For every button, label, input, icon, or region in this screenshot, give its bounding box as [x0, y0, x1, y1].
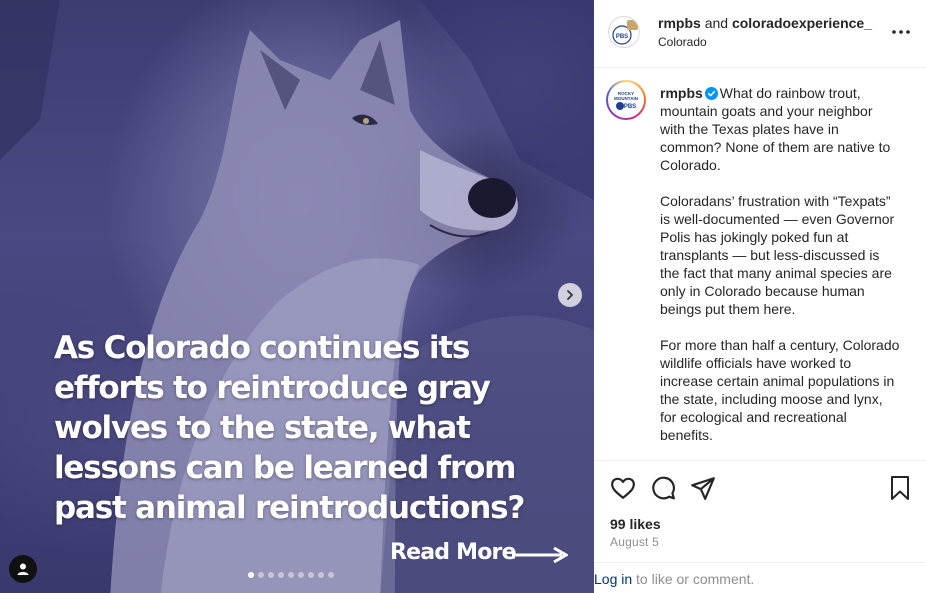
- caption-username[interactable]: rmpbs: [660, 85, 703, 101]
- caption-section: ROCKY MOUNTAIN PBS rmpbs What do rainbow…: [594, 68, 926, 460]
- caption-paragraph-3: For more than half a century, Colorado w…: [660, 337, 900, 443]
- avatar[interactable]: ROCKY MOUNTAIN PBS: [606, 80, 646, 120]
- carousel-dot: [288, 572, 294, 578]
- user-tag-icon: [17, 563, 29, 575]
- svg-text:PBS: PBS: [616, 34, 628, 40]
- read-more-text: Read More: [390, 540, 517, 565]
- carousel-dot: [268, 572, 274, 578]
- arrow-right-icon: [512, 546, 568, 564]
- account-link-coloradoexperience[interactable]: coloradoexperience_: [732, 15, 872, 31]
- svg-text:PBS: PBS: [624, 104, 636, 110]
- login-prompt-text: to like or comment.: [636, 571, 755, 587]
- verified-badge-icon: [704, 87, 718, 100]
- post-accounts: rmpbs and coloradoexperience_: [658, 15, 872, 31]
- location-link[interactable]: Colorado: [658, 35, 707, 49]
- account-link-rmpbs[interactable]: rmpbs: [658, 15, 701, 31]
- rmpbs-logo-icon: ROCKY MOUNTAIN PBS: [614, 91, 638, 110]
- carousel-dot: [248, 572, 254, 578]
- carousel-dot: [258, 572, 264, 578]
- media-headline: As Colorado continues its efforts to rei…: [54, 330, 525, 526]
- carousel-dot: [278, 572, 284, 578]
- post-caption: rmpbs What do rainbow trout, mountain go…: [660, 84, 900, 460]
- post-media-carousel[interactable]: As Colorado continues its efforts to rei…: [0, 0, 594, 593]
- chevron-right-icon: [567, 290, 573, 300]
- share-icon[interactable]: [690, 475, 716, 501]
- comment-icon[interactable]: [650, 475, 676, 501]
- post-actions-bar: [594, 460, 926, 516]
- svg-text:MOUNTAIN: MOUNTAIN: [614, 96, 638, 101]
- bookmark-icon[interactable]: [888, 475, 912, 501]
- carousel-dot: [328, 572, 334, 578]
- more-horizontal-icon[interactable]: [891, 22, 911, 42]
- carousel-dot: [298, 572, 304, 578]
- avatar[interactable]: PBS: [608, 16, 640, 48]
- tagged-users-button[interactable]: [9, 555, 37, 583]
- likes-count[interactable]: 99 likes: [610, 516, 661, 532]
- post-date[interactable]: August 5: [610, 535, 659, 549]
- carousel-dot: [308, 572, 314, 578]
- login-link[interactable]: Log in: [594, 571, 632, 587]
- rmpbs-logo-icon: PBS: [612, 20, 638, 45]
- heart-icon[interactable]: [610, 475, 636, 501]
- carousel-next-button[interactable]: [558, 283, 582, 307]
- post-sidebar: PBS rmpbs and coloradoexperience_ Colora…: [594, 0, 926, 593]
- carousel-dot: [318, 572, 324, 578]
- and-text: and: [704, 15, 729, 31]
- login-prompt: Log in to like or comment.: [594, 562, 926, 593]
- caption-paragraph-2: Coloradans’ frustration with “Texpats” i…: [660, 193, 895, 317]
- carousel-indicator: [248, 572, 334, 578]
- post-header: PBS rmpbs and coloradoexperience_ Colora…: [594, 0, 926, 68]
